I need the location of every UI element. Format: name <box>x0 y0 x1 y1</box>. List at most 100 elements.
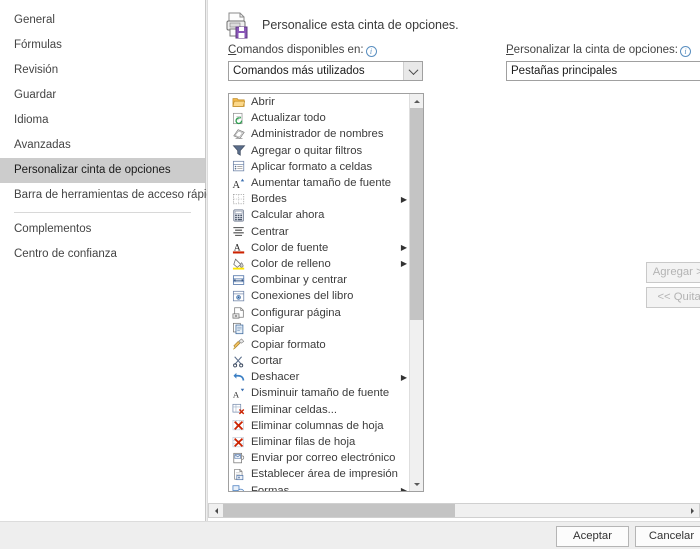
increase-font-icon: A <box>231 176 248 191</box>
merge-center-icon <box>231 273 248 288</box>
print-area-icon <box>231 467 248 482</box>
scroll-down-button[interactable] <box>410 477 423 491</box>
command-label: Formas <box>251 484 290 491</box>
scroll-right-button[interactable] <box>685 504 699 517</box>
format-painter-icon <box>231 337 248 352</box>
command-label: Eliminar celdas... <box>251 403 338 416</box>
command-label: Aplicar formato a celdas <box>251 160 373 173</box>
borders-icon <box>231 192 248 207</box>
sidebar-item-formulas[interactable]: Fórmulas <box>0 33 205 58</box>
command-list-item[interactable]: Eliminar filas de hoja <box>229 434 409 450</box>
command-list-item[interactable]: Formas ▶ <box>229 483 409 491</box>
sidebar-item-general[interactable]: General <box>0 8 205 33</box>
scroll-left-button[interactable] <box>209 504 223 517</box>
command-label: Agregar o quitar filtros <box>251 144 363 157</box>
info-icon[interactable]: i <box>679 46 691 57</box>
command-list-item[interactable]: Copiar formato <box>229 337 409 353</box>
submenu-arrow-icon: ▶ <box>400 259 408 269</box>
info-icon[interactable]: i <box>365 46 377 57</box>
available-commands-list[interactable]: Abrir Actualizar todo Administrador de nom… <box>228 93 424 492</box>
page-setup-icon <box>231 305 248 320</box>
sidebar-item-revision[interactable]: Revisión <box>0 58 205 83</box>
command-list-item[interactable]: Combinar y centrar <box>229 272 409 288</box>
command-list-item[interactable]: Eliminar celdas... <box>229 402 409 418</box>
add-button[interactable]: Agregar >> <box>646 262 700 283</box>
available-commands-combo[interactable]: Comandos más utilizados <box>228 61 423 81</box>
delete-rows-icon <box>231 435 248 450</box>
decrease-font-icon: A <box>231 386 248 401</box>
customize-ribbon-combo[interactable]: Pestañas principales <box>506 61 700 81</box>
command-list-item[interactable]: Aplicar formato a celdas <box>229 159 409 175</box>
command-list-item[interactable]: Configurar página <box>229 304 409 320</box>
cancel-button[interactable]: Cancelar <box>635 526 700 547</box>
command-list-item[interactable]: Agregar o quitar filtros <box>229 143 409 159</box>
command-list-item[interactable]: Calcular ahora <box>229 207 409 223</box>
command-list-item[interactable]: A Aumentar tamaño de fuente <box>229 175 409 191</box>
commands-vertical-scrollbar[interactable] <box>409 94 423 491</box>
command-list-item[interactable]: Enviar por correo electrónico <box>229 450 409 466</box>
chevron-down-icon[interactable] <box>403 62 422 80</box>
scroll-up-button[interactable] <box>410 94 423 108</box>
svg-text:A: A <box>233 179 241 189</box>
remove-button[interactable]: << Quitar <box>646 287 700 308</box>
page-title: Personalice esta cinta de opciones. <box>262 18 459 32</box>
submenu-arrow-icon: ▶ <box>400 243 408 253</box>
sidebar-item-guardar[interactable]: Guardar <box>0 83 205 108</box>
delete-cells-icon <box>231 402 248 417</box>
available-commands-label: Comandos disponibles en: i <box>228 44 377 57</box>
command-label: Cortar <box>251 355 283 368</box>
sidebar-item-avanzadas[interactable]: Avanzadas <box>0 133 205 158</box>
command-label: Configurar página <box>251 306 341 319</box>
combo-value: Pestañas principales <box>511 65 618 77</box>
command-list-item[interactable]: Abrir <box>229 94 409 110</box>
printer-save-icon <box>222 10 252 40</box>
delete-columns-icon <box>231 418 248 433</box>
sidebar-item-idioma[interactable]: Idioma <box>0 108 205 133</box>
command-list-item[interactable]: Centrar <box>229 224 409 240</box>
scrollbar-thumb[interactable] <box>410 108 423 320</box>
command-list-item[interactable]: A Disminuir tamaño de fuente <box>229 385 409 401</box>
email-icon <box>231 451 248 466</box>
settings-sidebar: General Fórmulas Revisión Guardar Idioma… <box>0 0 219 521</box>
command-list-item[interactable]: Conexiones del libro <box>229 288 409 304</box>
command-list-item[interactable]: Copiar <box>229 321 409 337</box>
command-label: Establecer área de impresión <box>251 468 398 481</box>
command-list-item[interactable]: Establecer área de impresión <box>229 466 409 482</box>
font-color-icon: A <box>231 240 248 255</box>
sidebar-item-centro-confianza[interactable]: Centro de confianza <box>0 242 205 267</box>
command-label: Aumentar tamaño de fuente <box>251 177 392 190</box>
command-list-item[interactable]: Cortar <box>229 353 409 369</box>
page-header: Personalice esta cinta de opciones. <box>222 10 459 40</box>
format-cells-icon <box>231 159 248 174</box>
cut-icon <box>231 354 248 369</box>
command-list-item[interactable]: A Color de fuente ▶ <box>229 240 409 256</box>
name-manager-icon <box>231 127 248 142</box>
command-list-item[interactable]: Administrador de nombres <box>229 126 409 142</box>
undo-icon <box>231 370 248 385</box>
sidebar-item-barra-acceso-rapido[interactable]: Barra de herramientas de acceso rápido <box>0 183 219 208</box>
command-list-item[interactable]: Eliminar columnas de hoja <box>229 418 409 434</box>
content-pane: Personalice esta cinta de opciones. Coma… <box>207 0 700 521</box>
copy-icon <box>231 321 248 336</box>
shapes-icon <box>231 483 248 491</box>
command-label: Eliminar columnas de hoja <box>251 419 384 432</box>
sidebar-item-personalizar-cinta[interactable]: Personalizar cinta de opciones <box>0 158 205 183</box>
command-list-item[interactable]: Bordes ▶ <box>229 191 409 207</box>
command-label: Conexiones del libro <box>251 290 354 303</box>
command-list-item[interactable]: Color de relleno ▶ <box>229 256 409 272</box>
refresh-all-icon <box>231 111 248 126</box>
customize-ribbon-label: Personalizar la cinta de opciones: i <box>506 44 691 57</box>
command-list-item[interactable]: Actualizar todo <box>229 110 409 126</box>
filter-icon <box>231 143 248 158</box>
align-center-icon <box>231 224 248 239</box>
sidebar-item-complementos[interactable]: Complementos <box>0 217 205 242</box>
svg-text:A: A <box>233 389 240 399</box>
scrollbar-thumb[interactable] <box>223 504 455 517</box>
command-list-item[interactable]: Deshacer ▶ <box>229 369 409 385</box>
command-label: Eliminar filas de hoja <box>251 436 356 449</box>
horizontal-scrollbar[interactable] <box>208 503 700 518</box>
submenu-arrow-icon: ▶ <box>400 486 408 491</box>
ok-button[interactable]: Aceptar <box>556 526 629 547</box>
command-label: Centrar <box>251 225 289 238</box>
command-label: Abrir <box>251 96 275 109</box>
